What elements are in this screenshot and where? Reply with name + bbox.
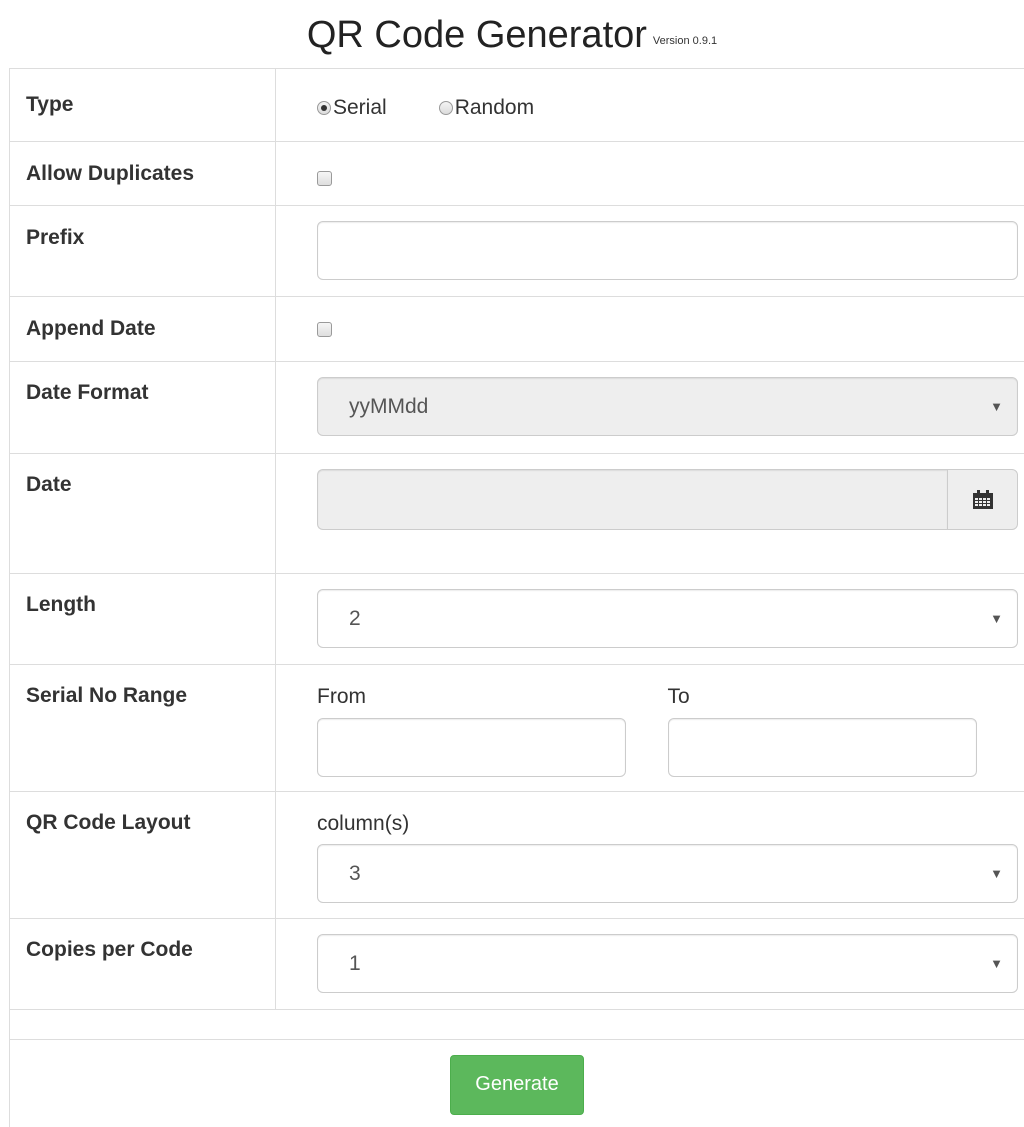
serial-radio-label: Serial [333, 96, 387, 120]
type-radio-group: Serial Random [317, 69, 1018, 120]
serial-range-row: Serial No Range From To [10, 665, 1024, 792]
append-date-row: Append Date [10, 297, 1024, 362]
columns-value: 3 [349, 862, 361, 886]
serial-range-label: Serial No Range [10, 665, 276, 792]
type-label: Type [10, 69, 276, 142]
prefix-input[interactable] [317, 221, 1018, 280]
chevron-down-icon: ▼ [990, 956, 1003, 971]
allow-duplicates-checkbox[interactable] [317, 171, 332, 186]
allow-duplicates-row: Allow Duplicates [10, 142, 1024, 206]
chevron-down-icon: ▼ [990, 866, 1003, 881]
date-input[interactable] [317, 469, 947, 530]
page-title-wrap: QR Code Generator Version 0.9.1 [307, 14, 717, 57]
serial-radio[interactable] [317, 101, 331, 115]
generator-form: Type Serial Random Allow Duplicates Pref… [9, 68, 1024, 1127]
random-radio[interactable] [439, 101, 453, 115]
columns-select[interactable]: 3 ▼ [317, 844, 1018, 903]
serial-range-fields: From To [317, 665, 1018, 777]
date-format-label: Date Format [10, 362, 276, 454]
date-format-select[interactable]: yyMMdd ▼ [317, 377, 1018, 436]
columns-label: column(s) [317, 812, 1018, 836]
calendar-icon [972, 490, 994, 510]
copies-row: Copies per Code 1 ▼ [10, 919, 1024, 1010]
type-serial-option[interactable]: Serial [317, 96, 387, 120]
version-label: Version 0.9.1 [653, 35, 717, 47]
length-value: 2 [349, 607, 361, 631]
layout-row: QR Code Layout column(s) 3 ▼ [10, 792, 1024, 919]
layout-label: QR Code Layout [10, 792, 276, 919]
actions-row: Generate [10, 1040, 1024, 1127]
length-select[interactable]: 2 ▼ [317, 589, 1018, 648]
copies-value: 1 [349, 952, 361, 976]
range-from-input[interactable] [317, 718, 626, 777]
date-picker-button[interactable] [947, 469, 1018, 530]
copies-select[interactable]: 1 ▼ [317, 934, 1018, 993]
to-label: To [668, 685, 1019, 709]
page-title: QR Code Generator [307, 14, 647, 56]
chevron-down-icon: ▼ [990, 399, 1003, 414]
length-label: Length [10, 574, 276, 665]
prefix-row: Prefix [10, 206, 1024, 297]
length-row: Length 2 ▼ [10, 574, 1024, 665]
type-random-option[interactable]: Random [439, 96, 534, 120]
date-format-value: yyMMdd [349, 395, 428, 419]
generate-button[interactable]: Generate [450, 1055, 583, 1115]
copies-label: Copies per Code [10, 919, 276, 1010]
type-row: Type Serial Random [10, 69, 1024, 142]
chevron-down-icon: ▼ [990, 611, 1003, 626]
range-to-input[interactable] [668, 718, 977, 777]
date-input-group [317, 469, 1018, 530]
spacer-row [10, 1010, 1024, 1040]
date-row: Date [10, 454, 1024, 574]
allow-duplicates-label: Allow Duplicates [10, 142, 276, 206]
random-radio-label: Random [455, 96, 534, 120]
page-header: QR Code Generator Version 0.9.1 [0, 0, 1024, 68]
append-date-label: Append Date [10, 297, 276, 362]
append-date-checkbox[interactable] [317, 322, 332, 337]
prefix-label: Prefix [10, 206, 276, 297]
date-label: Date [10, 454, 276, 574]
from-label: From [317, 685, 668, 709]
date-format-row: Date Format yyMMdd ▼ [10, 362, 1024, 454]
